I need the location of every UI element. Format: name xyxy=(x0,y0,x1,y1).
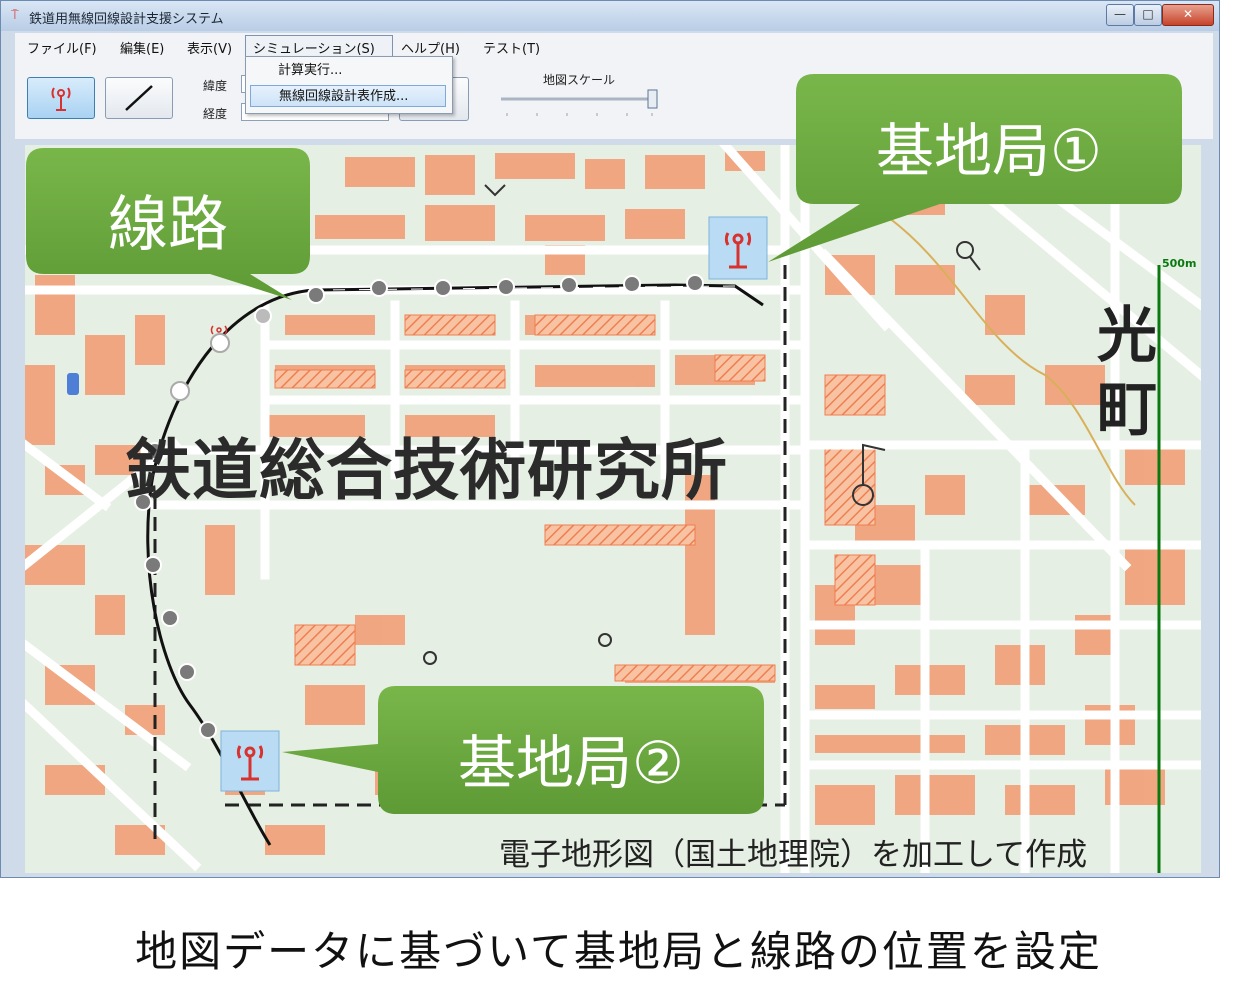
station-1-callout-label: 基地局① xyxy=(876,117,1102,185)
track-callout-label: 線路 xyxy=(108,190,228,260)
station-2-callout-label: 基地局② xyxy=(458,729,684,797)
figure-caption: 地図データに基づいて基地局と線路の位置を設定 xyxy=(135,927,1102,976)
